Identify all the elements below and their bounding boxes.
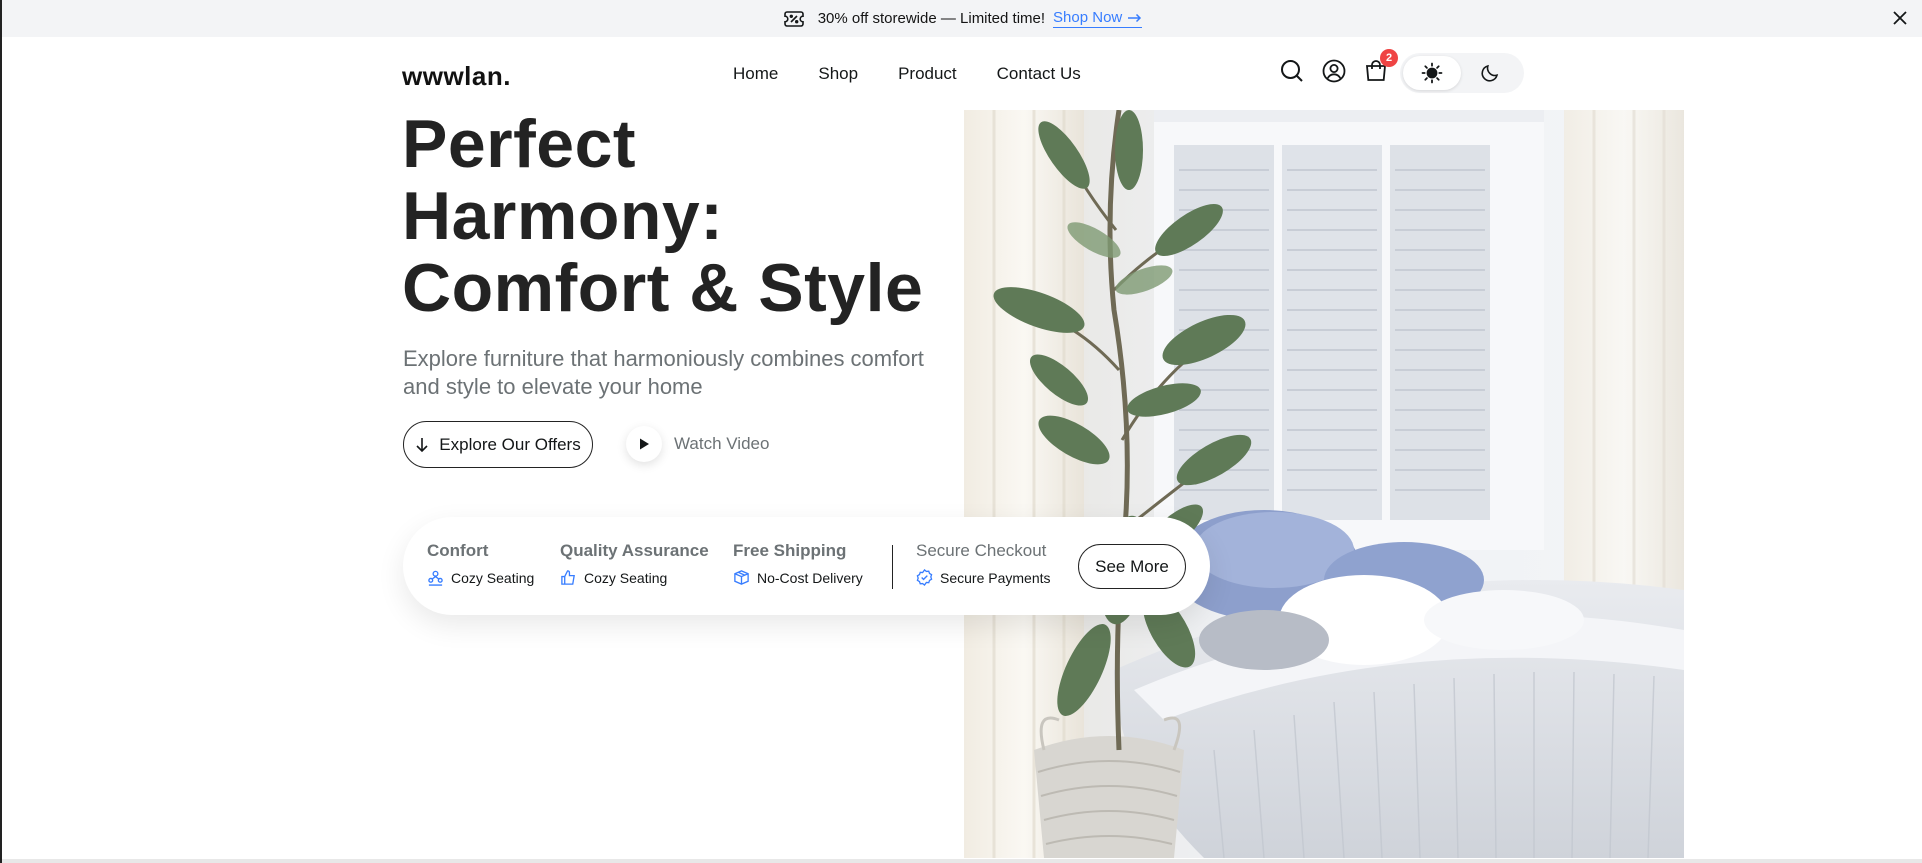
feature-confort: Confort Cozy Seating: [427, 541, 534, 586]
shop-now-link[interactable]: Shop Now: [1053, 9, 1143, 28]
thumbs-up-icon: [561, 570, 575, 585]
explore-offers-label: Explore Our Offers: [439, 434, 581, 454]
hero-image: [964, 110, 1684, 858]
announcement-bar: 30% off storewide — Limited time! Shop N…: [2, 0, 1922, 37]
user-icon: [1322, 59, 1346, 83]
page-bottom-edge: [2, 859, 1922, 863]
account-button[interactable]: [1320, 57, 1348, 85]
nav-shop[interactable]: Shop: [818, 64, 858, 84]
hero-title-line: Comfort & Style: [402, 250, 924, 326]
site-header: wwwlan. Home Shop Product Contact Us 2: [2, 37, 1922, 109]
feature-subtitle-row: No-Cost Delivery: [733, 569, 863, 586]
features-strip: Confort Cozy Seating Quality Assurance C…: [403, 517, 1210, 615]
box-icon: [734, 570, 749, 585]
nav-home[interactable]: Home: [733, 64, 778, 84]
watch-video-label: Watch Video: [674, 434, 770, 453]
feature-subtitle-row: Secure Payments: [916, 569, 1051, 586]
cart-count-badge: 2: [1380, 49, 1398, 67]
feature-free-shipping: Free Shipping No-Cost Delivery: [733, 541, 863, 586]
play-icon: [640, 438, 649, 450]
arrow-down-icon: [416, 437, 428, 452]
watch-video-button[interactable]: Watch Video: [626, 426, 769, 462]
hero-photo-illustration: [964, 110, 1684, 858]
logo[interactable]: wwwlan.: [402, 61, 511, 92]
people-icon: [428, 570, 443, 586]
cart-button[interactable]: 2: [1362, 49, 1398, 85]
feature-subtitle: No-Cost Delivery: [757, 569, 863, 586]
feature-subtitle: Cozy Seating: [584, 569, 668, 586]
hero-title-line: Harmony:: [402, 178, 724, 254]
hero-title-line: Perfect: [402, 106, 637, 182]
header-icons: 2: [1278, 49, 1398, 85]
hero-subtitle: Explore furniture that harmoniously comb…: [403, 346, 924, 399]
feature-secure-checkout: Secure Checkout Secure Payments: [916, 541, 1051, 586]
sun-icon: [1421, 62, 1443, 84]
main-nav: Home Shop Product Contact Us: [733, 64, 1081, 84]
feature-subtitle: Secure Payments: [940, 569, 1051, 586]
see-more-button[interactable]: See More: [1078, 544, 1186, 589]
feature-title: Free Shipping: [733, 541, 847, 560]
shop-now-label: Shop Now: [1053, 9, 1123, 26]
feature-title: Confort: [427, 541, 489, 560]
nav-contact-us[interactable]: Contact Us: [997, 64, 1081, 84]
feature-title: Quality Assurance: [560, 541, 709, 560]
verified-icon: [916, 569, 933, 586]
theme-toggle: [1400, 53, 1524, 93]
close-icon[interactable]: [1890, 8, 1910, 28]
ticket-percent-icon: [783, 10, 804, 27]
feature-subtitle-row: Cozy Seating: [560, 569, 709, 586]
feature-subtitle-row: Cozy Seating: [427, 569, 534, 586]
light-theme-option[interactable]: [1403, 56, 1461, 90]
feature-quality-assurance: Quality Assurance Cozy Seating: [560, 541, 709, 586]
hero-title: Perfect Harmony: Comfort & Style: [402, 108, 962, 324]
nav-product[interactable]: Product: [898, 64, 957, 84]
feature-subtitle: Cozy Seating: [451, 569, 535, 586]
arrow-right-icon: [1128, 13, 1142, 22]
play-button[interactable]: [626, 426, 662, 462]
announcement-text: 30% off storewide — Limited time!: [817, 10, 1046, 27]
search-icon: [1281, 60, 1303, 82]
feature-title: Secure Checkout: [916, 541, 1047, 560]
moon-icon: [1481, 64, 1499, 82]
feature-divider: [892, 545, 893, 589]
dark-theme-option[interactable]: [1461, 56, 1519, 90]
search-button[interactable]: [1278, 57, 1306, 85]
explore-offers-button[interactable]: Explore Our Offers: [403, 421, 593, 468]
